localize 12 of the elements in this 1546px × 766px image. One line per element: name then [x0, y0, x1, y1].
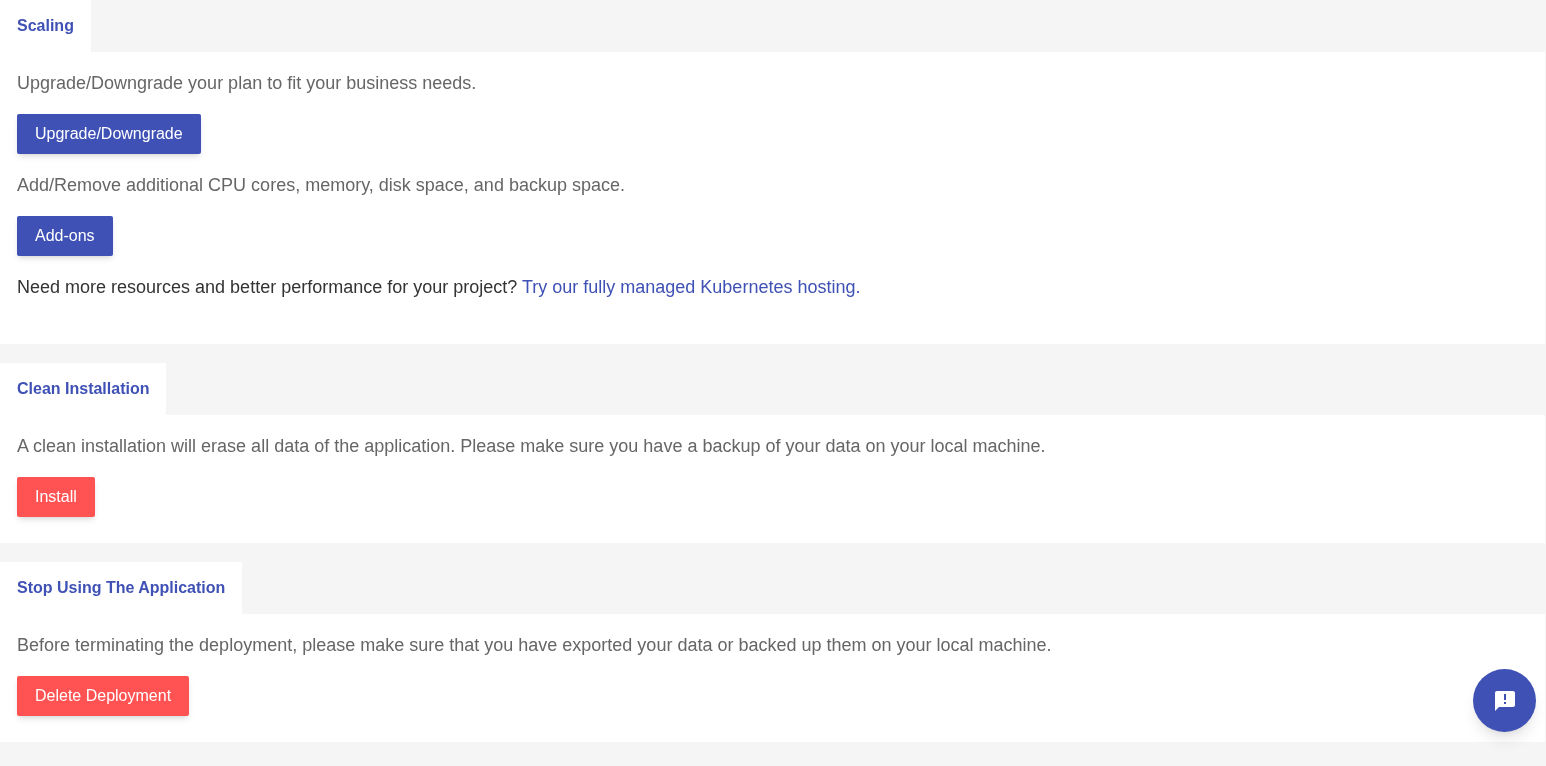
section-tab[interactable]: Clean Installation [0, 363, 167, 415]
section-tab[interactable]: Stop Using The Application [0, 562, 243, 614]
kubernetes-link[interactable]: Try our fully managed Kubernetes hosting. [521, 277, 861, 297]
description-text: Upgrade/Downgrade your plan to fit your business needs. [17, 72, 477, 94]
description-text: Need more resources and better performance for your project? Try our fully managed Kubernetes hosting. [17, 276, 861, 298]
description-text: Before terminating the deployment, please make sure that you have exported your data or backed up them on your local machine. [17, 634, 1052, 656]
section-tab[interactable]: Scaling [0, 0, 91, 52]
description-text: Add/Remove additional CPU cores, memory, disk space, and backup space. [17, 174, 625, 196]
action-button[interactable]: Upgrade/Downgrade [17, 114, 201, 154]
feedback-icon [1492, 688, 1517, 713]
description-text: A clean installation will erase all data of the application. Please make sure you have a backup of your data on your local machine. [17, 435, 1046, 457]
action-button[interactable]: Add-ons [17, 216, 113, 256]
